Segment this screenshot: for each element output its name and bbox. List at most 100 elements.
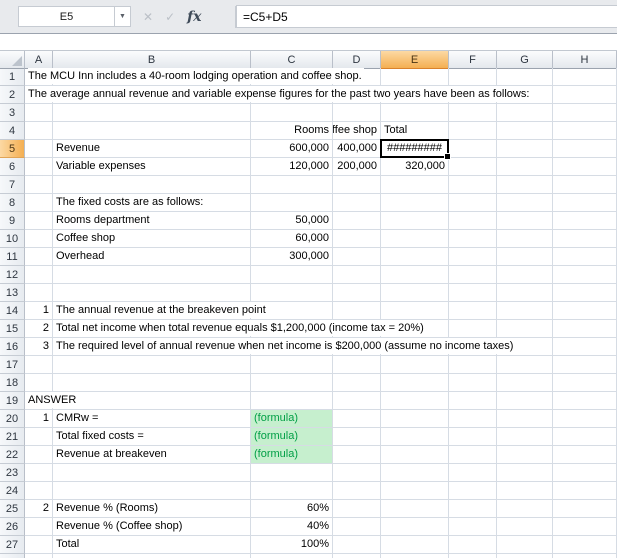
cell-G26[interactable] bbox=[497, 518, 553, 536]
row-header-10[interactable]: 10 bbox=[0, 230, 25, 248]
row-header-28[interactable]: 28 bbox=[0, 554, 25, 558]
cell-E18[interactable] bbox=[381, 374, 449, 392]
cell-G20[interactable] bbox=[497, 410, 553, 428]
row-header-22[interactable]: 22 bbox=[0, 446, 25, 464]
row-header-3[interactable]: 3 bbox=[0, 104, 25, 122]
cell-A2[interactable]: The average annual revenue and variable … bbox=[25, 86, 532, 104]
cell-B15[interactable]: Total net income when total revenue equa… bbox=[53, 320, 426, 338]
column-header-b[interactable]: B bbox=[53, 51, 251, 69]
cell-A16[interactable]: 3 bbox=[25, 338, 53, 356]
cell-G3[interactable] bbox=[497, 104, 553, 122]
cell-B5[interactable]: Revenue bbox=[53, 140, 251, 158]
cell-B17[interactable] bbox=[53, 356, 251, 374]
cell-A18[interactable] bbox=[25, 374, 53, 392]
cell-F3[interactable] bbox=[449, 104, 497, 122]
cell-D8[interactable] bbox=[333, 194, 381, 212]
cell-H22[interactable] bbox=[553, 446, 617, 464]
cell-F8[interactable] bbox=[449, 194, 497, 212]
row-header-7[interactable]: 7 bbox=[0, 176, 25, 194]
cell-D12[interactable] bbox=[333, 266, 381, 284]
cell-D6[interactable]: 200,000 bbox=[333, 158, 381, 176]
column-header-a[interactable]: A bbox=[25, 51, 53, 69]
cell-F5[interactable] bbox=[449, 140, 497, 158]
cell-D23[interactable] bbox=[333, 464, 381, 482]
insert-function-icon[interactable]: fx bbox=[187, 9, 201, 25]
cell-E5[interactable]: ######### bbox=[380, 139, 451, 160]
cell-G5[interactable] bbox=[497, 140, 553, 158]
cell-H6[interactable] bbox=[553, 158, 617, 176]
cell-D28[interactable] bbox=[333, 554, 381, 558]
select-all-button[interactable] bbox=[0, 51, 25, 69]
cell-D25[interactable] bbox=[333, 500, 381, 518]
row-header-26[interactable]: 26 bbox=[0, 518, 25, 536]
cell-H3[interactable] bbox=[553, 104, 617, 122]
cell-B22[interactable]: Revenue at breakeven bbox=[53, 446, 251, 464]
cell-G11[interactable] bbox=[497, 248, 553, 266]
cell-A5[interactable] bbox=[25, 140, 53, 158]
column-header-g[interactable]: G bbox=[497, 51, 553, 69]
cell-C18[interactable] bbox=[251, 374, 333, 392]
cell-E20[interactable] bbox=[381, 410, 449, 428]
cell-B27[interactable]: Total bbox=[53, 536, 251, 554]
cell-B23[interactable] bbox=[53, 464, 251, 482]
cell-A17[interactable] bbox=[25, 356, 53, 374]
cell-G4[interactable] bbox=[497, 122, 553, 140]
cell-F26[interactable] bbox=[449, 518, 497, 536]
row-header-27[interactable]: 27 bbox=[0, 536, 25, 554]
cell-D18[interactable] bbox=[333, 374, 381, 392]
cell-G22[interactable] bbox=[497, 446, 553, 464]
cell-H21[interactable] bbox=[553, 428, 617, 446]
cell-D20[interactable] bbox=[333, 410, 381, 428]
cell-H11[interactable] bbox=[553, 248, 617, 266]
cell-A23[interactable] bbox=[25, 464, 53, 482]
column-header-e[interactable]: E bbox=[381, 51, 449, 69]
cell-F14[interactable] bbox=[449, 302, 497, 320]
cell-A14[interactable]: 1 bbox=[25, 302, 53, 320]
cell-E22[interactable] bbox=[381, 446, 449, 464]
cell-A15[interactable]: 2 bbox=[25, 320, 53, 338]
cell-H10[interactable] bbox=[553, 230, 617, 248]
cell-H25[interactable] bbox=[553, 500, 617, 518]
row-header-25[interactable]: 25 bbox=[0, 500, 25, 518]
cell-H14[interactable] bbox=[553, 302, 617, 320]
cell-F24[interactable] bbox=[449, 482, 497, 500]
cell-G10[interactable] bbox=[497, 230, 553, 248]
cell-A1[interactable]: The MCU Inn includes a 40-room lodging o… bbox=[25, 68, 364, 86]
cell-G13[interactable] bbox=[497, 284, 553, 302]
cell-F21[interactable] bbox=[449, 428, 497, 446]
cell-E7[interactable] bbox=[381, 176, 449, 194]
cell-G17[interactable] bbox=[497, 356, 553, 374]
row-header-24[interactable]: 24 bbox=[0, 482, 25, 500]
cell-E12[interactable] bbox=[381, 266, 449, 284]
cell-H9[interactable] bbox=[553, 212, 617, 230]
cell-H5[interactable] bbox=[553, 140, 617, 158]
row-header-13[interactable]: 13 bbox=[0, 284, 25, 302]
cell-G12[interactable] bbox=[497, 266, 553, 284]
cell-B20[interactable]: CMRw = bbox=[53, 410, 251, 428]
cell-A6[interactable] bbox=[25, 158, 53, 176]
row-header-4[interactable]: 4 bbox=[0, 122, 25, 140]
cell-G18[interactable] bbox=[497, 374, 553, 392]
cell-F28[interactable] bbox=[449, 554, 497, 558]
cell-C26[interactable]: 40% bbox=[251, 518, 333, 536]
cell-H1[interactable] bbox=[553, 68, 617, 86]
cell-F18[interactable] bbox=[449, 374, 497, 392]
cell-D3[interactable] bbox=[333, 104, 381, 122]
cell-E23[interactable] bbox=[381, 464, 449, 482]
cell-B4[interactable] bbox=[53, 122, 251, 140]
cell-F4[interactable] bbox=[449, 122, 497, 140]
cell-D9[interactable] bbox=[333, 212, 381, 230]
cell-H2[interactable] bbox=[553, 86, 617, 104]
cell-D22[interactable] bbox=[333, 446, 381, 464]
cell-A22[interactable] bbox=[25, 446, 53, 464]
column-header-f[interactable]: F bbox=[449, 51, 497, 69]
row-header-21[interactable]: 21 bbox=[0, 428, 25, 446]
cell-D27[interactable] bbox=[333, 536, 381, 554]
cell-G8[interactable] bbox=[497, 194, 553, 212]
cell-D19[interactable] bbox=[333, 392, 381, 410]
cell-G6[interactable] bbox=[497, 158, 553, 176]
cell-B24[interactable] bbox=[53, 482, 251, 500]
cell-C7[interactable] bbox=[251, 176, 333, 194]
cell-F15[interactable] bbox=[449, 320, 497, 338]
cell-F23[interactable] bbox=[449, 464, 497, 482]
